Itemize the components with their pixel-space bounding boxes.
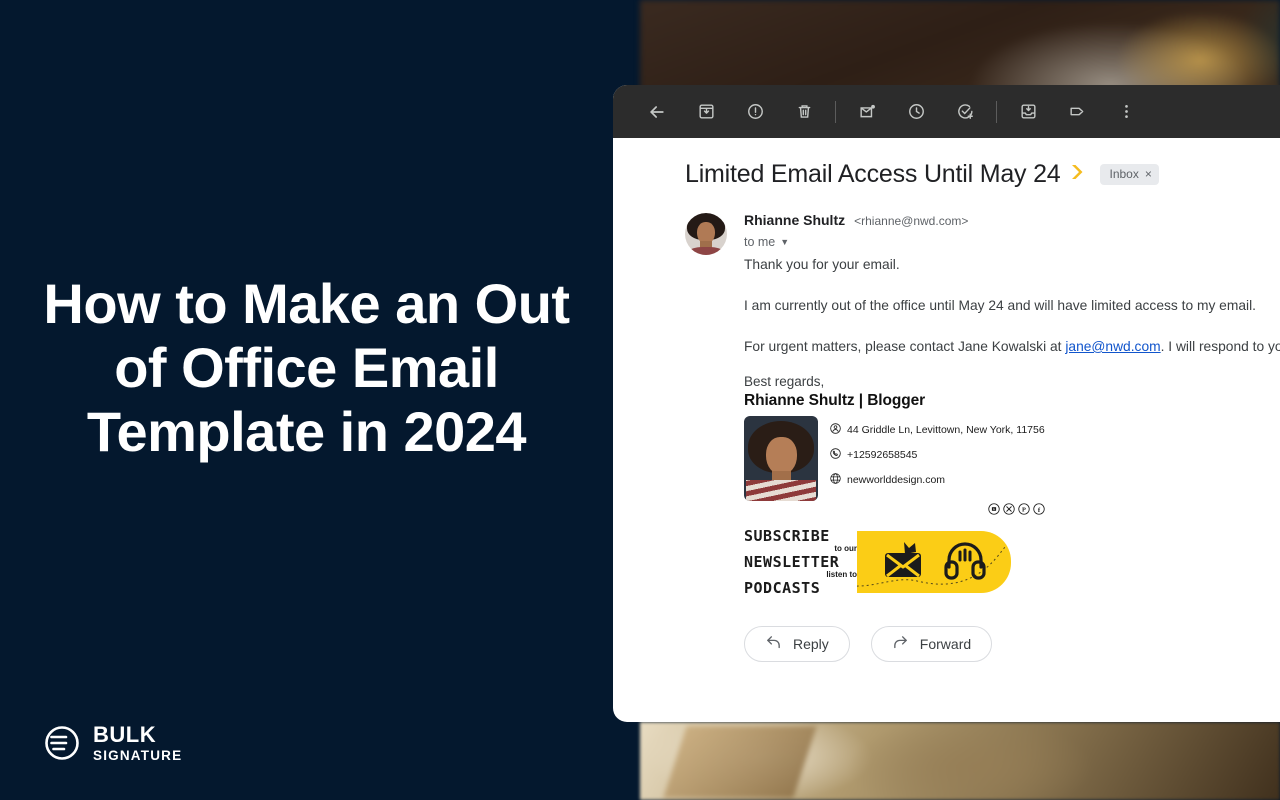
phone-icon xyxy=(830,446,841,464)
remove-label-icon[interactable]: × xyxy=(1145,168,1152,180)
email-signature: Best regards, Rhianne Shultz | Blogger 4… xyxy=(744,374,1280,597)
sender-name: Rhianne Shultz xyxy=(744,212,846,228)
add-to-tasks-icon[interactable] xyxy=(945,92,985,132)
banner-text-block: SUBSCRIBE to our NEWSLETTER listen to PO… xyxy=(744,526,857,597)
signature-banner[interactable]: SUBSCRIBE to our NEWSLETTER listen to PO… xyxy=(744,526,1011,597)
location-icon xyxy=(830,421,841,439)
signature-website: newworlddesign.com xyxy=(847,474,946,486)
report-spam-icon[interactable] xyxy=(735,92,775,132)
mark-unread-icon[interactable] xyxy=(847,92,887,132)
desk-photo-top xyxy=(640,0,1280,95)
sender-email: <rhianne@nwd.com> xyxy=(854,214,969,228)
brand-logo: BULK SIGNATURE xyxy=(44,721,183,763)
paragraph-1: Thank you for your email. xyxy=(744,257,900,272)
paragraph-2: I am currently out of the office until M… xyxy=(744,298,1256,313)
page-title: How to Make an Out of Office Email Templ… xyxy=(43,272,570,463)
signature-name-role: Rhianne Shultz | Blogger xyxy=(744,392,926,409)
signature-address-row: 44 Griddle Ln, Levittown, New York, 1175… xyxy=(830,421,1045,439)
email-actions: Reply Forward xyxy=(744,626,1280,662)
email-toolbar xyxy=(613,85,1280,138)
brand-name-primary: BULK xyxy=(93,721,157,747)
svg-text:f: f xyxy=(1038,507,1041,514)
sender-row: Rhianne Shultz <rhianne@nwd.com> to me ▼ xyxy=(685,211,1280,255)
svg-text:P: P xyxy=(1022,507,1026,514)
reply-button[interactable]: Reply xyxy=(744,626,850,662)
chevron-down-icon: ▼ xyxy=(780,237,790,247)
youtube-icon[interactable] xyxy=(988,502,1000,520)
signature-address: 44 Griddle Ln, Levittown, New York, 1175… xyxy=(847,424,1045,436)
promo-panel: How to Make an Out of Office Email Templ… xyxy=(0,0,613,800)
email-subject: Limited Email Access Until May 24 xyxy=(685,160,1061,188)
banner-artwork xyxy=(857,531,1011,593)
email-window: Limited Email Access Until May 24 Inbox … xyxy=(613,85,1280,722)
message-body: Thank you for your email. I am currently… xyxy=(744,255,1280,357)
archive-icon[interactable] xyxy=(686,92,726,132)
email-content: Limited Email Access Until May 24 Inbox … xyxy=(613,138,1280,662)
banner-line-3: NEWSLETTER xyxy=(744,552,840,571)
subject-row: Limited Email Access Until May 24 Inbox … xyxy=(685,160,1280,189)
important-marker-icon[interactable] xyxy=(1071,164,1089,185)
banner-line-2: to our xyxy=(834,543,857,553)
brand-name-secondary: SIGNATURE xyxy=(93,747,183,763)
signature-headshot xyxy=(744,416,818,501)
globe-icon xyxy=(830,471,841,489)
signature-website-row: newworlddesign.com xyxy=(830,471,1045,489)
contact-email-link[interactable]: jane@nwd.com xyxy=(1065,339,1160,354)
delete-icon[interactable] xyxy=(784,92,824,132)
reply-arrow-icon xyxy=(765,634,782,654)
paragraph-3-after: . I will respond to your email upon xyxy=(1160,339,1280,354)
envelope-icon xyxy=(882,540,928,585)
forward-button[interactable]: Forward xyxy=(870,626,993,662)
avatar xyxy=(685,213,727,255)
signature-regards: Best regards, xyxy=(744,374,825,389)
paragraph-3: For urgent matters, please contact Jane … xyxy=(744,337,1280,357)
desk-photo-bottom xyxy=(640,722,1280,800)
forward-arrow-icon xyxy=(892,634,909,654)
signature-phone-row: +12592658545 xyxy=(830,446,1045,464)
banner-line-1: SUBSCRIBE xyxy=(744,526,830,545)
signature-phone: +12592658545 xyxy=(847,449,918,461)
signature-social-links: P f xyxy=(890,502,1045,520)
inbox-label-text: Inbox xyxy=(1109,167,1139,181)
recipient-label: to me xyxy=(744,235,776,249)
headphones-icon xyxy=(944,540,986,585)
facebook-icon[interactable]: f xyxy=(1033,502,1045,520)
paragraph-3-before: For urgent matters, please contact Jane … xyxy=(744,339,1066,354)
bulksignature-logo-icon xyxy=(44,725,80,761)
move-to-inbox-icon[interactable] xyxy=(1008,92,1048,132)
x-twitter-icon[interactable] xyxy=(1003,502,1015,520)
toolbar-divider-2 xyxy=(996,100,997,123)
banner-line-5: PODCASTS xyxy=(744,578,821,597)
recipient-toggle[interactable]: to me ▼ xyxy=(744,235,968,249)
toolbar-divider-1 xyxy=(835,100,836,123)
more-options-icon[interactable] xyxy=(1106,92,1146,132)
snooze-icon[interactable] xyxy=(896,92,936,132)
banner-line-4: listen to xyxy=(826,569,857,579)
forward-label: Forward xyxy=(919,636,972,652)
back-icon[interactable] xyxy=(637,92,677,132)
inbox-label-chip[interactable]: Inbox × xyxy=(1100,164,1159,185)
reply-label: Reply xyxy=(793,636,829,652)
pinterest-icon[interactable]: P xyxy=(1018,502,1030,520)
label-icon[interactable] xyxy=(1057,92,1097,132)
